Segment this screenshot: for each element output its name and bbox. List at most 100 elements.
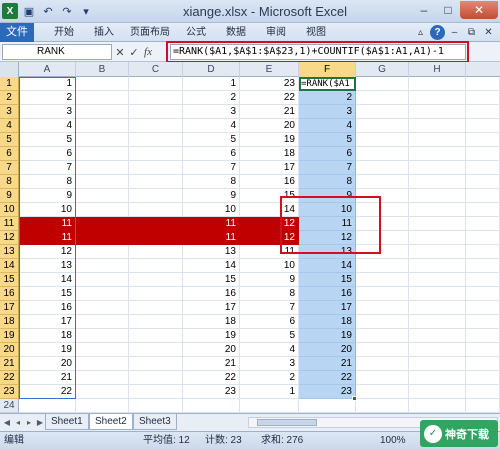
maximize-icon[interactable]: □ (436, 1, 460, 19)
cell-f1[interactable]: =RANK($A1 (299, 77, 356, 91)
next-sheet-icon[interactable]: ▸ (24, 416, 34, 429)
cell-c4[interactable] (129, 119, 183, 133)
cell-d9[interactable]: 9 (183, 189, 240, 203)
cell-a23[interactable]: 22 (19, 385, 76, 399)
cell-c19[interactable] (129, 329, 183, 343)
cell-a20[interactable]: 19 (19, 343, 76, 357)
cell-d6[interactable]: 6 (183, 147, 240, 161)
cell-d12[interactable]: 11 (183, 231, 240, 245)
cell-a4[interactable]: 4 (19, 119, 76, 133)
cell-d22[interactable]: 22 (183, 371, 240, 385)
cell-x7[interactable] (466, 161, 500, 175)
cell-d24[interactable] (183, 399, 240, 413)
column-header-e[interactable]: E (240, 62, 299, 77)
cell-f8[interactable]: 8 (299, 175, 356, 189)
cell-e15[interactable]: 9 (240, 273, 299, 287)
cell-a18[interactable]: 17 (19, 315, 76, 329)
cell-h13[interactable] (409, 245, 466, 259)
cell-b16[interactable] (76, 287, 129, 301)
cell-e24[interactable] (240, 399, 299, 413)
cell-c13[interactable] (129, 245, 183, 259)
cell-x11[interactable] (466, 217, 500, 231)
cell-b18[interactable] (76, 315, 129, 329)
row-header[interactable]: 3 (0, 105, 19, 119)
workbook-close-icon[interactable]: ✕ (481, 25, 496, 40)
cell-a19[interactable]: 18 (19, 329, 76, 343)
cell-h8[interactable] (409, 175, 466, 189)
cell-b19[interactable] (76, 329, 129, 343)
cell-e17[interactable]: 7 (240, 301, 299, 315)
row-header[interactable]: 19 (0, 329, 19, 343)
excel-icon[interactable]: X (2, 3, 18, 19)
cell-a3[interactable]: 3 (19, 105, 76, 119)
cell-b3[interactable] (76, 105, 129, 119)
cell-b21[interactable] (76, 357, 129, 371)
cell-h6[interactable] (409, 147, 466, 161)
row-header[interactable]: 15 (0, 273, 19, 287)
cell-c5[interactable] (129, 133, 183, 147)
sheet-tab-sheet2[interactable]: Sheet2 (89, 414, 133, 430)
cell-e23[interactable]: 1 (240, 385, 299, 399)
enter-icon[interactable]: ✓ (128, 44, 140, 60)
cell-x2[interactable] (466, 91, 500, 105)
cell-e6[interactable]: 18 (240, 147, 299, 161)
cell-c6[interactable] (129, 147, 183, 161)
cell-f20[interactable]: 20 (299, 343, 356, 357)
cell-h3[interactable] (409, 105, 466, 119)
cell-a17[interactable]: 16 (19, 301, 76, 315)
row-header[interactable]: 7 (0, 161, 19, 175)
cell-f7[interactable]: 7 (299, 161, 356, 175)
row-header[interactable]: 22 (0, 371, 19, 385)
cell-h4[interactable] (409, 119, 466, 133)
row-header[interactable]: 24 (0, 399, 19, 413)
cell-x17[interactable] (466, 301, 500, 315)
row-header[interactable]: 12 (0, 231, 19, 245)
cell-f6[interactable]: 6 (299, 147, 356, 161)
cell-e14[interactable]: 10 (240, 259, 299, 273)
cell-d10[interactable]: 10 (183, 203, 240, 217)
cell-b13[interactable] (76, 245, 129, 259)
cell-b9[interactable] (76, 189, 129, 203)
cell-c22[interactable] (129, 371, 183, 385)
cell-x15[interactable] (466, 273, 500, 287)
cell-f19[interactable]: 19 (299, 329, 356, 343)
cell-f2[interactable]: 2 (299, 91, 356, 105)
cell-x8[interactable] (466, 175, 500, 189)
cell-h15[interactable] (409, 273, 466, 287)
cell-d3[interactable]: 3 (183, 105, 240, 119)
cell-c11[interactable] (129, 217, 183, 231)
sheet-tab-sheet1[interactable]: Sheet1 (45, 414, 89, 430)
cell-a13[interactable]: 12 (19, 245, 76, 259)
cell-g24[interactable] (356, 399, 409, 413)
cell-a1[interactable]: 1 (19, 77, 76, 91)
cell-d4[interactable]: 4 (183, 119, 240, 133)
cell-h19[interactable] (409, 329, 466, 343)
cell-b15[interactable] (76, 273, 129, 287)
redo-icon[interactable]: ↷ (59, 3, 75, 19)
cell-g8[interactable] (356, 175, 409, 189)
cell-g20[interactable] (356, 343, 409, 357)
row-header[interactable]: 20 (0, 343, 19, 357)
cell-b10[interactable] (76, 203, 129, 217)
cell-d11[interactable]: 11 (183, 217, 240, 231)
cell-x24[interactable] (466, 399, 500, 413)
save-icon[interactable]: ▣ (21, 3, 37, 19)
cell-x22[interactable] (466, 371, 500, 385)
cell-x18[interactable] (466, 315, 500, 329)
column-header-h[interactable]: H (409, 62, 466, 77)
tab-view[interactable]: 视图 (296, 23, 336, 42)
cell-f14[interactable]: 14 (299, 259, 356, 273)
row-header[interactable]: 11 (0, 217, 19, 231)
cell-h10[interactable] (409, 203, 466, 217)
cell-d14[interactable]: 14 (183, 259, 240, 273)
select-all-corner[interactable] (0, 62, 19, 77)
cell-c16[interactable] (129, 287, 183, 301)
cell-a21[interactable]: 20 (19, 357, 76, 371)
cell-g22[interactable] (356, 371, 409, 385)
cell-g16[interactable] (356, 287, 409, 301)
cell-e18[interactable]: 6 (240, 315, 299, 329)
row-header[interactable]: 10 (0, 203, 19, 217)
cell-x16[interactable] (466, 287, 500, 301)
cell-a14[interactable]: 13 (19, 259, 76, 273)
cell-d19[interactable]: 19 (183, 329, 240, 343)
